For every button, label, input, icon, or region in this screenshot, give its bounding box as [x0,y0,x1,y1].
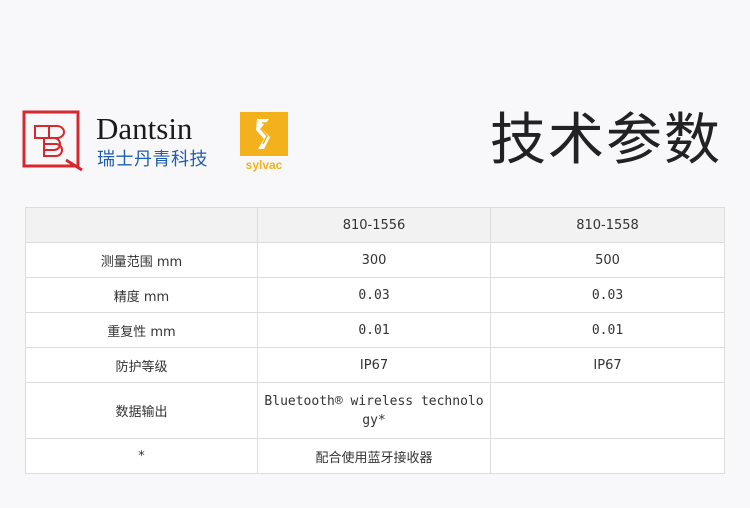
row-value-2 [490,438,725,474]
row-label: 测量范围 mm [25,242,258,278]
row-value-1: 配合使用蓝牙接收器 [257,438,491,474]
row-value-1: IP67 [257,347,491,383]
table-header-row: 810-1556 810-1558 [25,207,725,243]
brand-subtitle: 瑞士丹青科技 [97,149,208,170]
table-row: 数据输出 Bluetooth® wireless technology* [25,382,725,439]
header-cell-label [25,207,258,243]
row-value-2: IP67 [490,347,725,383]
sylvac-wordmark: sylvac [246,158,283,172]
table-row: 防护等级 IP67 IP67 [25,347,725,383]
row-value-2 [490,382,725,439]
table-row: 重复性 mm 0.01 0.01 [25,312,725,348]
row-label: 精度 mm [25,277,258,313]
table-row: 测量范围 mm 300 500 [25,242,725,278]
row-label: 重复性 mm [25,312,258,348]
row-label: 防护等级 [25,347,258,383]
row-value-2: 0.03 [490,277,725,313]
table-row: * 配合使用蓝牙接收器 [25,438,725,474]
row-value-2: 500 [490,242,725,278]
row-value-1: 0.01 [257,312,491,348]
row-label: * [25,438,258,474]
header-cell-model-2: 810-1558 [490,207,725,243]
sylvac-logo-icon: sylvac [240,112,288,172]
table-row: 精度 mm 0.03 0.03 [25,277,725,313]
row-value-1: Bluetooth® wireless technology* [257,382,491,439]
row-value-1: 0.03 [257,277,491,313]
page-title: 技术参数 [490,108,722,173]
spec-table: 810-1556 810-1558 测量范围 mm 300 500 精度 mm … [25,207,725,474]
header: Dantsin 瑞士丹青科技 sylvac 技术参数 [0,0,750,200]
dantsin-logo-icon [22,110,83,172]
row-value-2: 0.01 [490,312,725,348]
row-label: 数据输出 [25,382,258,439]
brand-name: Dantsin [96,111,193,146]
header-cell-model-1: 810-1556 [257,207,491,243]
row-value-1: 300 [257,242,491,278]
